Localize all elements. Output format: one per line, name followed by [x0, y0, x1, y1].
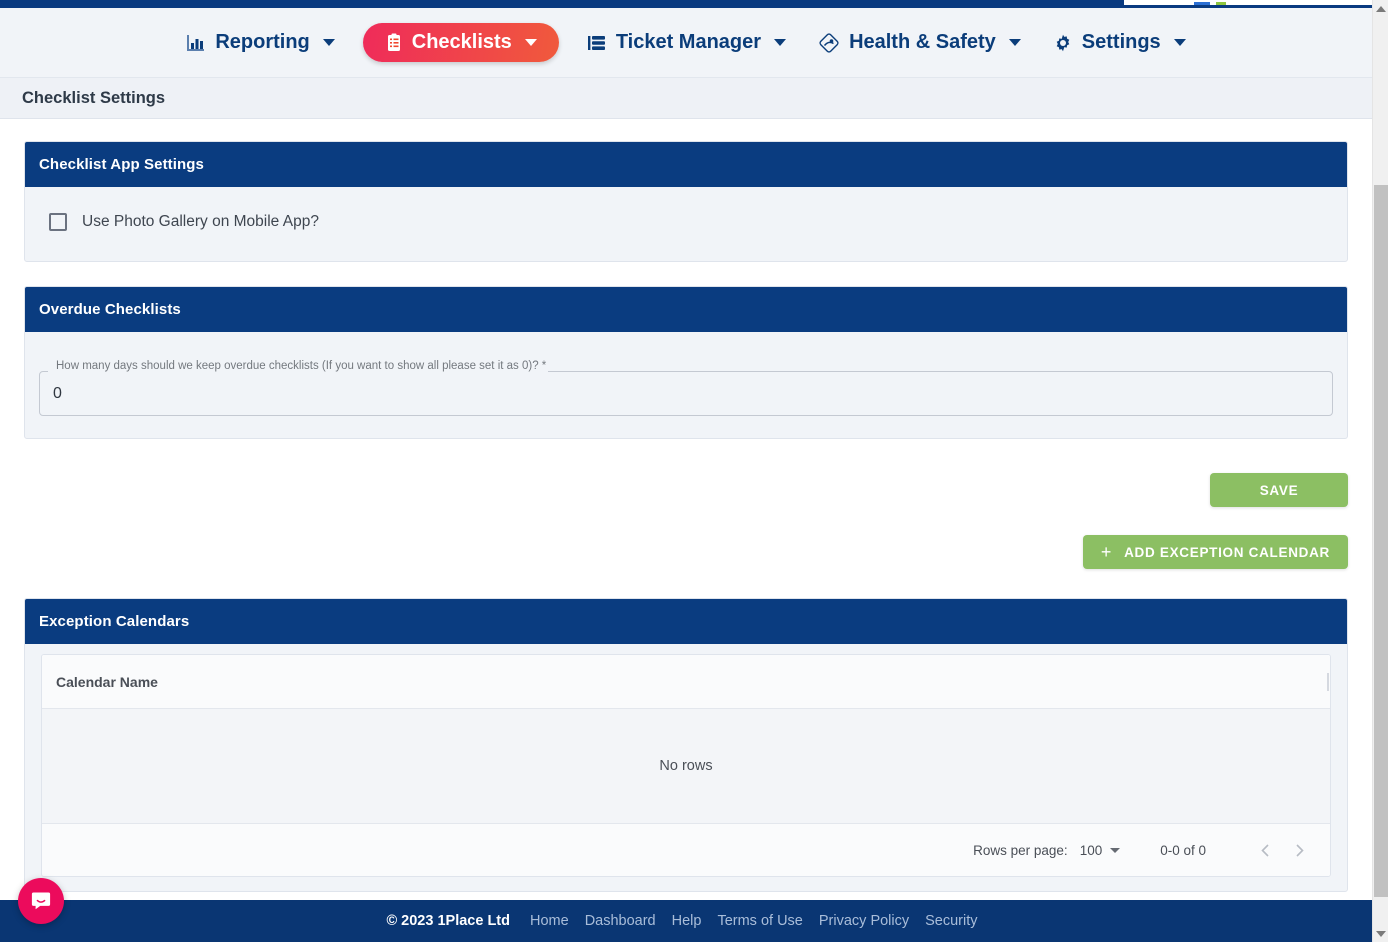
stacked-list-icon — [587, 33, 607, 53]
chrome-fragment-green — [1216, 2, 1226, 5]
footer-link-help[interactable]: Help — [664, 913, 710, 929]
overdue-checklists-panel: Overdue Checklists How many days should … — [24, 286, 1348, 439]
nav-item-label: Health & Safety — [849, 31, 996, 53]
rows-per-page-select[interactable]: 100 — [1080, 843, 1121, 858]
photo-gallery-checkbox[interactable] — [49, 213, 67, 231]
chevron-down-icon — [322, 39, 335, 46]
pagination-range-label: 0-0 of 0 — [1160, 842, 1206, 858]
safety-diamond-icon — [818, 32, 840, 54]
panel-header-overdue: Overdue Checklists — [25, 287, 1347, 332]
add-exception-calendar-label: ADD EXCEPTION CALENDAR — [1124, 544, 1330, 560]
grid-empty-state: No rows — [42, 709, 1330, 824]
page-scrollbar[interactable] — [1372, 0, 1388, 942]
grid-column-header-calendar-name[interactable]: Calendar Name — [42, 674, 158, 690]
rows-per-page-value: 100 — [1079, 842, 1103, 858]
page-footer: © 2023 1Place Ltd Home Dashboard Help Te… — [0, 900, 1372, 942]
exception-calendars-panel: Exception Calendars Calendar Name No row… — [24, 598, 1348, 892]
save-button[interactable]: SAVE — [1210, 473, 1348, 507]
chevron-down-icon — [774, 39, 787, 46]
bar-chart-icon — [186, 33, 206, 53]
scrollbar-thumb[interactable] — [1374, 185, 1388, 897]
top-chrome-strip — [0, 0, 1372, 8]
nav-item-ticket-manager[interactable]: Ticket Manager — [571, 25, 802, 60]
panel-body-overdue: How many days should we keep overdue che… — [25, 332, 1347, 438]
gear-icon — [1053, 33, 1073, 53]
panel-header-app-settings: Checklist App Settings — [25, 142, 1347, 187]
checklist-app-settings-panel: Checklist App Settings Use Photo Gallery… — [24, 141, 1348, 262]
nav-item-health-safety[interactable]: Health & Safety — [802, 25, 1037, 60]
add-exception-calendar-button[interactable]: + ADD EXCEPTION CALENDAR — [1082, 535, 1348, 569]
clipboard-icon — [385, 33, 403, 53]
panel-body-app-settings: Use Photo Gallery on Mobile App? — [25, 187, 1347, 261]
nav-item-label: Checklists — [411, 31, 512, 53]
top-chrome-cutout — [1124, 0, 1372, 5]
panel-body-exception-calendars: Calendar Name No rows Rows per page: 100… — [25, 654, 1347, 877]
chevron-down-icon — [524, 39, 537, 46]
scroll-down-arrow-icon[interactable] — [1373, 925, 1388, 942]
nav-item-checklists[interactable]: Checklists — [362, 23, 559, 84]
nav-item-label: Ticket Manager — [615, 31, 762, 53]
footer-link-privacy-policy[interactable]: Privacy Policy — [811, 913, 917, 929]
chevron-down-icon — [1110, 847, 1121, 853]
footer-copyright: © 2023 1Place Ltd — [386, 913, 510, 929]
main-content: Checklist App Settings Use Photo Gallery… — [0, 119, 1372, 900]
overdue-days-field-label: How many days should we keep overdue che… — [56, 360, 547, 372]
add-exception-calendar-row: + ADD EXCEPTION CALENDAR — [0, 535, 1372, 569]
page-title: Checklist Settings — [22, 88, 166, 107]
grid-header-row: Calendar Name — [42, 655, 1330, 709]
nav-item-settings[interactable]: Settings — [1037, 25, 1202, 60]
pagination-next-button[interactable] — [1282, 833, 1316, 867]
chevron-down-icon — [1173, 39, 1186, 46]
scroll-up-arrow-icon[interactable] — [1373, 0, 1388, 17]
app-root: Reporting Checklists Ticket Manager Heal… — [0, 0, 1388, 942]
chevron-right-icon — [1295, 843, 1304, 857]
footer-link-dashboard[interactable]: Dashboard — [577, 913, 664, 929]
footer-link-home[interactable]: Home — [522, 913, 577, 929]
nav-item-reporting[interactable]: Reporting — [170, 25, 350, 60]
pagination-prev-button[interactable] — [1248, 833, 1282, 867]
overdue-days-field-wrapper: How many days should we keep overdue che… — [39, 360, 1333, 416]
exception-calendars-grid: Calendar Name No rows Rows per page: 100… — [41, 654, 1331, 877]
panel-header-exception-calendars: Exception Calendars — [25, 599, 1347, 644]
grid-pagination-footer: Rows per page: 100 0-0 of 0 — [42, 824, 1330, 876]
chevron-down-icon — [1008, 39, 1021, 46]
photo-gallery-checkbox-label: Use Photo Gallery on Mobile App? — [82, 213, 319, 230]
overdue-days-input[interactable] — [39, 372, 1333, 416]
save-button-row: SAVE — [0, 473, 1372, 507]
chat-bubble-icon — [31, 892, 51, 910]
footer-link-terms-of-use[interactable]: Terms of Use — [709, 913, 810, 929]
plus-icon: + — [1100, 542, 1113, 562]
nav-item-label: Reporting — [215, 31, 310, 53]
page-title-bar: Checklist Settings — [0, 78, 1372, 119]
photo-gallery-checkbox-row[interactable]: Use Photo Gallery on Mobile App? — [39, 209, 1333, 231]
main-navigation: Reporting Checklists Ticket Manager Heal… — [0, 8, 1372, 84]
footer-link-security[interactable]: Security — [917, 913, 985, 929]
chevron-left-icon — [1260, 843, 1269, 857]
column-resize-handle[interactable] — [1327, 673, 1329, 691]
nav-item-label: Settings — [1081, 31, 1161, 53]
chrome-fragment-blue — [1194, 2, 1210, 5]
rows-per-page-label: Rows per page: — [973, 842, 1068, 858]
chat-widget-button[interactable] — [18, 878, 64, 924]
